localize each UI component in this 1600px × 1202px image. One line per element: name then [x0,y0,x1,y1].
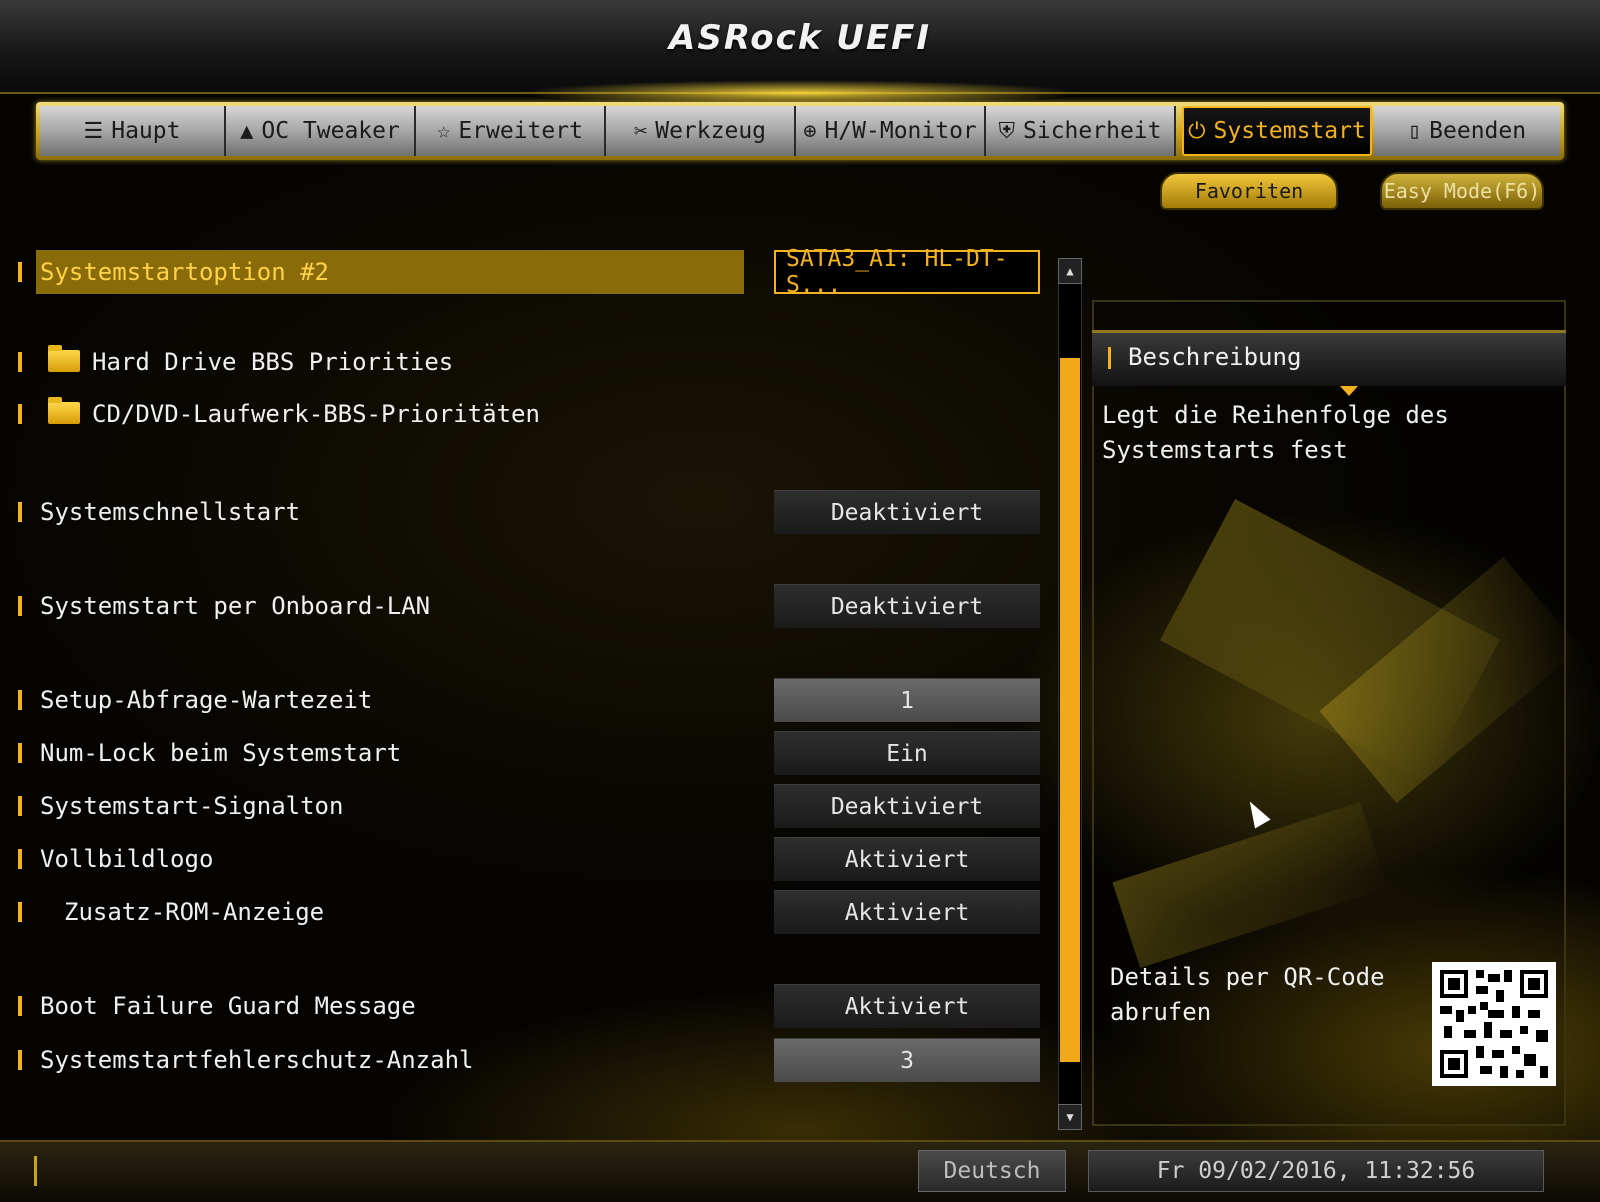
list-icon: ☰ [83,118,104,144]
setting-value-select[interactable]: Aktiviert [774,890,1040,934]
date-time-display: Fr 09/02/2016, 11:32:56 [1088,1150,1544,1192]
tab-beenden[interactable]: ▯ Beenden [1374,106,1560,156]
row-marker [18,404,22,424]
folder-icon [48,345,80,372]
tools-icon: ✂ [633,118,648,144]
tab-label: H/W-Monitor [824,118,977,144]
row-marker [18,596,22,616]
tab-label: Sicherheit [1023,118,1162,144]
tab-bar: ☰ Haupt ▲ OC Tweaker ☆ Erweitert ✂ Werkzeug … [36,102,1564,160]
tab-label: Erweitert [458,118,583,144]
star-icon: ☆ [437,118,451,144]
submenu-hard-drive-bbs[interactable]: Hard Drive BBS Priorities [0,340,1040,384]
setting-value-select[interactable]: Deaktiviert [774,784,1040,828]
tab-oc-tweaker[interactable]: ▲ OC Tweaker [226,106,416,156]
tab-sicherheit[interactable]: ⛨ Sicherheit [986,106,1176,156]
qr-code [1432,962,1556,1086]
setting-value-input[interactable]: 1 [774,678,1040,722]
description-title: Beschreibung [1128,343,1302,371]
qr-code-icon [1432,962,1556,1086]
tab-erweitert[interactable]: ☆ Erweitert [416,106,606,156]
setting-label: Systemschnellstart [40,498,301,526]
row-marker [18,849,22,869]
row-marker [18,796,22,816]
exit-icon: ▯ [1407,118,1422,144]
setting-row-setup-wait[interactable]: Setup-Abfrage-Wartezeit 1 [0,678,1040,722]
row-marker [18,502,22,522]
submenu-cd-dvd-bbs[interactable]: CD/DVD-Laufwerk-BBS-Prioritäten [0,392,1040,436]
row-marker [18,690,22,710]
tab-werkzeug[interactable]: ✂ Werkzeug [606,106,796,156]
setting-row-addon-rom[interactable]: Zusatz-ROM-Anzeige Aktiviert [0,890,1040,934]
tab-hw-monitor[interactable]: ⊕ H/W-Monitor [796,106,986,156]
setting-label: Systemstart per Onboard-LAN [40,592,431,620]
setting-value-select[interactable]: Aktiviert [774,837,1040,881]
tab-label: OC Tweaker [261,118,400,144]
row-marker [18,996,22,1016]
setting-row-boot-failure-guard-message[interactable]: Boot Failure Guard Message Aktiviert [0,984,1040,1028]
row-marker [18,262,22,282]
easy-mode-button[interactable]: Easy Mode(F6) [1380,172,1544,210]
tab-label: Systemstart [1213,118,1366,144]
setting-row-beep[interactable]: Systemstart-Signalton Deaktiviert [0,784,1040,828]
header-marker [1108,347,1111,369]
setting-label: Setup-Abfrage-Wartezeit [40,686,373,714]
setting-label: Systemstartfehlerschutz-Anzahl [40,1046,474,1074]
rocket-icon: ▲ [240,118,254,144]
setting-value-select[interactable]: SATA3_A1: HL-DT-S... [774,246,1040,298]
scroll-down-button[interactable]: ▼ [1058,1104,1082,1130]
tab-haupt[interactable]: ☰ Haupt [40,106,226,156]
scroll-up-button[interactable]: ▲ [1058,258,1082,284]
row-marker [18,743,22,763]
description-header: Beschreibung [1092,330,1566,386]
description-pointer-icon [1340,386,1358,396]
arrow-down-icon: ▼ [1066,1110,1074,1124]
setting-value-select[interactable]: Aktiviert [774,984,1040,1028]
setting-label: Vollbildlogo [40,845,214,873]
tab-label: Werkzeug [655,118,767,144]
setting-row-fast-boot[interactable]: Systemschnellstart Deaktiviert [0,490,1040,534]
row-marker [18,902,22,922]
setting-label: Num-Lock beim Systemstart [40,739,402,767]
power-icon: ⏻ [1188,118,1206,144]
tab-label: Beenden [1429,118,1527,144]
qr-code-caption: Details per QR-Code abrufen [1110,963,1385,1026]
folder-icon [48,397,80,424]
setting-label: Systemstartoption #2 [40,258,329,286]
setting-label: Zusatz-ROM-Anzeige [64,898,325,926]
submenu-label: Hard Drive BBS Priorities [92,348,454,376]
setting-row-boot-failure-guard-count[interactable]: Systemstartfehlerschutz-Anzahl 3 [0,1038,1040,1082]
setting-value-select[interactable]: Deaktiviert [774,490,1040,534]
language-button[interactable]: Deutsch [918,1150,1066,1192]
setting-row-onboard-lan[interactable]: Systemstart per Onboard-LAN Deaktiviert [0,584,1040,628]
row-marker [18,1050,22,1070]
setting-value-select[interactable]: Ein [774,731,1040,775]
setting-row-boot-option-2[interactable]: Systemstartoption #2 SATA3_A1: HL-DT-S..… [0,246,1040,298]
logo: ASRock UEFI [669,18,931,58]
arrow-up-icon: ▲ [1066,264,1074,278]
setting-value-select[interactable]: Deaktiviert [774,584,1040,628]
setting-row-numlock[interactable]: Num-Lock beim Systemstart Ein [0,731,1040,775]
monitor-icon: ⊕ [803,118,817,144]
row-marker [18,352,22,372]
footer-marker [34,1156,37,1186]
setting-value-input[interactable]: 3 [774,1038,1040,1082]
description-text: Legt die Reihenfolge des Systemstarts fe… [1102,401,1449,464]
tab-systemstart[interactable]: ⏻ Systemstart [1182,106,1372,156]
shield-icon: ⛨ [998,118,1016,144]
setting-row-full-screen-logo[interactable]: Vollbildlogo Aktiviert [0,837,1040,881]
scrollbar-thumb[interactable] [1060,358,1080,1062]
submenu-label: CD/DVD-Laufwerk-BBS-Prioritäten [92,400,540,428]
setting-label: Boot Failure Guard Message [40,992,416,1020]
setting-label: Systemstart-Signalton [40,792,344,820]
favorites-button[interactable]: Favoriten [1160,172,1338,210]
tab-label: Haupt [111,118,181,144]
